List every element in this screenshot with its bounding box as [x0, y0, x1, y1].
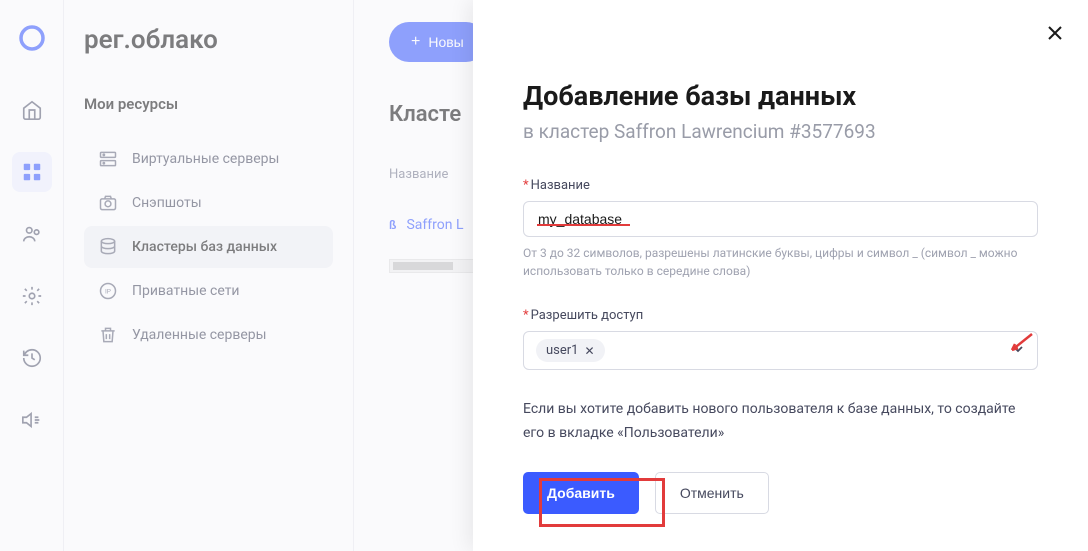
- rail-users-icon[interactable]: [12, 214, 52, 254]
- database-icon: [98, 237, 118, 257]
- close-icon[interactable]: [1046, 24, 1064, 46]
- rail-grid-icon[interactable]: [12, 152, 52, 192]
- name-hint: От 3 до 32 символов, разрешены латинские…: [523, 244, 1038, 280]
- cancel-button[interactable]: Отменить: [655, 472, 769, 514]
- add-database-modal: Добавление базы данных в кластер Saffron…: [473, 0, 1088, 551]
- sidebar-item-label: Виртуальные серверы: [132, 151, 279, 167]
- sidebar-item-deleted-servers[interactable]: Удаленные серверы: [84, 314, 333, 356]
- sidebar: рег.облако Мои ресурсы Виртуальные серве…: [64, 0, 354, 551]
- submit-button[interactable]: Добавить: [523, 472, 639, 514]
- info-text: Если вы хотите добавить нового пользоват…: [523, 398, 1038, 446]
- sidebar-item-private-networks[interactable]: IP Приватные сети: [84, 270, 333, 312]
- brand-name: рег.облако: [84, 25, 333, 55]
- trash-icon: [98, 325, 118, 345]
- chevron-down-icon[interactable]: [1011, 341, 1025, 360]
- sidebar-item-label: Удаленные серверы: [132, 327, 267, 343]
- access-label: *Разрешить доступ: [523, 308, 1038, 323]
- button-row: Добавить Отменить: [523, 472, 1038, 514]
- new-button[interactable]: + Новы: [389, 22, 486, 62]
- sidebar-item-label: Снэпшоты: [132, 195, 202, 211]
- sidebar-title: Мои ресурсы: [84, 95, 333, 113]
- svg-text:IP: IP: [105, 288, 111, 296]
- icon-rail: [0, 0, 64, 551]
- rail-history-icon[interactable]: [12, 338, 52, 378]
- new-button-label: Новы: [428, 34, 463, 50]
- name-field: *Название От 3 до 32 символов, разрешены…: [523, 178, 1038, 280]
- server-icon: [98, 149, 118, 169]
- rail-sound-icon[interactable]: [12, 400, 52, 440]
- sidebar-item-label: Приватные сети: [132, 283, 240, 299]
- user-chip: user1 ✕: [536, 339, 605, 362]
- scrollbar-thumb[interactable]: [393, 262, 453, 270]
- sidebar-item-snapshots[interactable]: Снэпшоты: [84, 182, 333, 224]
- logo-icon: [16, 22, 48, 54]
- sidebar-item-label: Кластеры баз данных: [132, 239, 277, 255]
- sidebar-item-virtual-servers[interactable]: Виртуальные серверы: [84, 138, 333, 180]
- row-name: Saffron L: [406, 217, 463, 233]
- chip-label: user1: [546, 343, 578, 358]
- chip-remove-icon[interactable]: ✕: [584, 344, 594, 358]
- access-field: *Разрешить доступ user1 ✕: [523, 308, 1038, 370]
- modal-title: Добавление базы данных: [523, 80, 1038, 112]
- rail-home-icon[interactable]: [12, 90, 52, 130]
- camera-icon: [98, 193, 118, 213]
- network-icon: IP: [98, 281, 118, 301]
- plus-icon: +: [411, 33, 420, 51]
- rail-settings-icon[interactable]: [12, 276, 52, 316]
- sidebar-item-db-clusters[interactable]: Кластеры баз данных: [84, 226, 333, 268]
- beta-badge: ß: [389, 218, 396, 232]
- modal-subtitle: в кластер Saffron Lawrencium #3577693: [523, 120, 1038, 143]
- name-label: *Название: [523, 178, 1038, 193]
- access-select[interactable]: user1 ✕: [523, 331, 1038, 370]
- input-highlight: [537, 224, 630, 226]
